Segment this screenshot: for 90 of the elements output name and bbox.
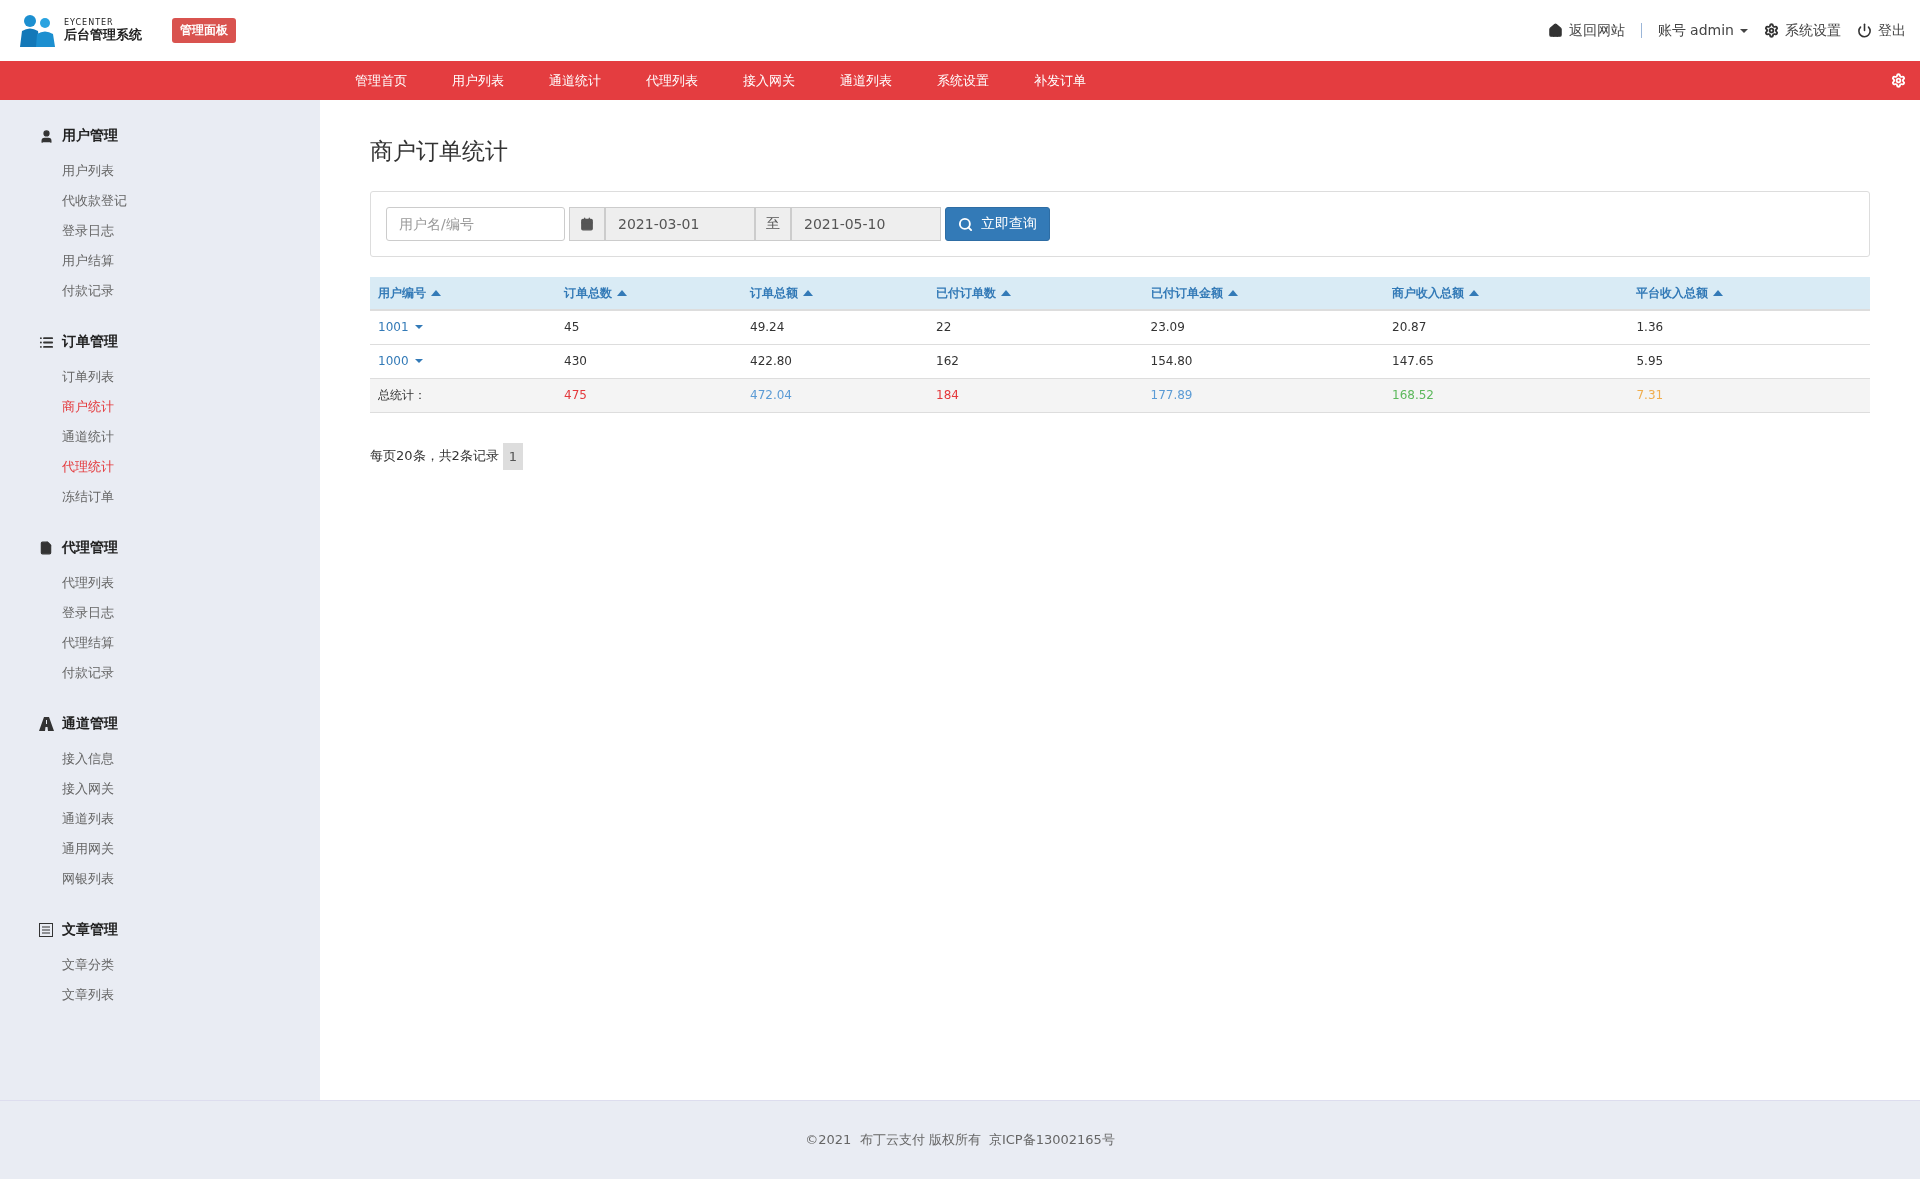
article-icon bbox=[39, 923, 53, 937]
column-header[interactable]: 用户编号 bbox=[370, 277, 556, 310]
nav-link[interactable]: 用户列表 bbox=[452, 71, 549, 90]
nav-link[interactable]: 系统设置 bbox=[937, 71, 1034, 90]
sidebar-item[interactable]: 订单列表 bbox=[62, 362, 114, 392]
query-button[interactable]: 立即查询 bbox=[945, 207, 1050, 241]
sidebar-item[interactable]: 网银列表 bbox=[62, 864, 114, 894]
settings-icon[interactable] bbox=[1891, 73, 1906, 88]
table-cell: 23.09 bbox=[1142, 310, 1384, 344]
sidebar-group-title: 通道管理 bbox=[62, 715, 118, 733]
sidebar-item[interactable]: 商户统计 bbox=[62, 392, 114, 422]
sidebar-group-title: 订单管理 bbox=[62, 333, 118, 351]
sidebar-item[interactable]: 用户列表 bbox=[62, 156, 114, 186]
settings-icon bbox=[1764, 23, 1779, 38]
sidebar-item[interactable]: 通用网关 bbox=[62, 834, 114, 864]
column-header[interactable]: 订单总数 bbox=[556, 277, 742, 310]
date-range-label: 至 bbox=[755, 207, 791, 241]
search-icon bbox=[958, 216, 973, 232]
sidebar-item[interactable]: 接入网关 bbox=[62, 774, 114, 804]
home-icon bbox=[1547, 23, 1563, 38]
sidebar-item[interactable]: 代收款登记 bbox=[62, 186, 127, 216]
total-cell: 475 bbox=[556, 378, 742, 412]
settings-link[interactable]: 系统设置 bbox=[1764, 21, 1841, 40]
total-cell: 168.52 bbox=[1384, 378, 1629, 412]
sidebar-item[interactable]: 接入信息 bbox=[62, 744, 114, 774]
table-cell: 430 bbox=[556, 344, 742, 378]
user-id-link[interactable]: 1000 bbox=[378, 354, 423, 368]
column-header[interactable]: 商户收入总额 bbox=[1384, 277, 1629, 310]
pagination-summary: 每页20条，共2条记录 bbox=[370, 447, 499, 465]
table-cell: 147.65 bbox=[1384, 344, 1629, 378]
start-date-field[interactable]: 2021-03-01 bbox=[605, 207, 755, 241]
page-title: 商户订单统计 bbox=[370, 137, 509, 166]
calendar-icon bbox=[580, 217, 594, 231]
account-dropdown[interactable]: 账号 admin bbox=[1657, 21, 1748, 40]
power-icon bbox=[1857, 23, 1872, 38]
home-link[interactable]: 返回网站 bbox=[1547, 21, 1625, 40]
table-cell: 22 bbox=[928, 310, 1143, 344]
logo-title: 后台管理系统 bbox=[64, 27, 142, 43]
sidebar-group-title: 文章管理 bbox=[62, 921, 118, 939]
table-cell: 422.80 bbox=[742, 344, 928, 378]
nav-link[interactable]: 通道统计 bbox=[549, 71, 646, 90]
sidebar-group-title: 用户管理 bbox=[62, 127, 118, 145]
sidebar-item[interactable]: 文章分类 bbox=[62, 950, 114, 980]
total-cell: 472.04 bbox=[742, 378, 928, 412]
nav-link[interactable]: 补发订单 bbox=[1034, 71, 1131, 90]
table-cell: 49.24 bbox=[742, 310, 928, 344]
footer-copyright: ©2021 布丁云支付 版权所有 京ICP备13002165号 bbox=[805, 1131, 1115, 1149]
user-search-field[interactable]: 用户名/编号 bbox=[386, 207, 565, 241]
nav-link[interactable]: 管理首页 bbox=[355, 71, 452, 90]
table-cell: 20.87 bbox=[1384, 310, 1629, 344]
sidebar-item[interactable]: 代理结算 bbox=[62, 628, 114, 658]
table-cell: 1.36 bbox=[1628, 310, 1870, 344]
panel-badge: 管理面板 bbox=[172, 18, 236, 43]
sidebar-item[interactable]: 代理统计 bbox=[62, 452, 114, 482]
total-cell: 184 bbox=[928, 378, 1143, 412]
total-cell: 7.31 bbox=[1628, 378, 1870, 412]
sidebar-item[interactable]: 用户结算 bbox=[62, 246, 114, 276]
logout-link[interactable]: 登出 bbox=[1857, 21, 1906, 40]
sidebar-item[interactable]: 登录日志 bbox=[62, 598, 114, 628]
sidebar-item[interactable]: 文章列表 bbox=[62, 980, 114, 1010]
total-label: 总统计： bbox=[370, 378, 556, 412]
sidebar-item[interactable]: 冻结订单 bbox=[62, 482, 114, 512]
user-id-link[interactable]: 1001 bbox=[378, 320, 423, 335]
nav-link[interactable]: 接入网关 bbox=[743, 71, 840, 90]
road-icon bbox=[38, 717, 54, 731]
sidebar-item[interactable]: 付款记录 bbox=[62, 658, 114, 688]
column-header[interactable]: 订单总额 bbox=[742, 277, 928, 310]
end-date-field[interactable]: 2021-05-10 bbox=[791, 207, 941, 241]
list-icon bbox=[38, 334, 54, 350]
file-icon bbox=[39, 541, 53, 555]
sidebar-item[interactable]: 通道列表 bbox=[62, 804, 114, 834]
total-cell: 177.89 bbox=[1142, 378, 1384, 412]
sidebar-item[interactable]: 通道统计 bbox=[62, 422, 114, 452]
logo-caption: EYCENTER bbox=[64, 18, 115, 28]
column-header[interactable]: 已付订单数 bbox=[928, 277, 1143, 310]
sidebar-group-title: 代理管理 bbox=[62, 539, 118, 557]
table-cell: 45 bbox=[556, 310, 742, 344]
nav-link[interactable]: 通道列表 bbox=[840, 71, 937, 90]
column-header[interactable]: 已付订单金额 bbox=[1142, 277, 1384, 310]
sidebar-item[interactable]: 付款记录 bbox=[62, 276, 114, 306]
page-link[interactable]: 1 bbox=[502, 442, 524, 470]
nav-link[interactable]: 代理列表 bbox=[646, 71, 743, 90]
sidebar-item[interactable]: 代理列表 bbox=[62, 568, 114, 598]
sidebar-item[interactable]: 登录日志 bbox=[62, 216, 114, 246]
people-logo-icon bbox=[18, 12, 56, 49]
table-cell: 162 bbox=[928, 344, 1143, 378]
table-cell: 154.80 bbox=[1142, 344, 1384, 378]
column-header[interactable]: 平台收入总额 bbox=[1628, 277, 1870, 310]
user-icon bbox=[38, 128, 54, 144]
table-cell: 5.95 bbox=[1628, 344, 1870, 378]
